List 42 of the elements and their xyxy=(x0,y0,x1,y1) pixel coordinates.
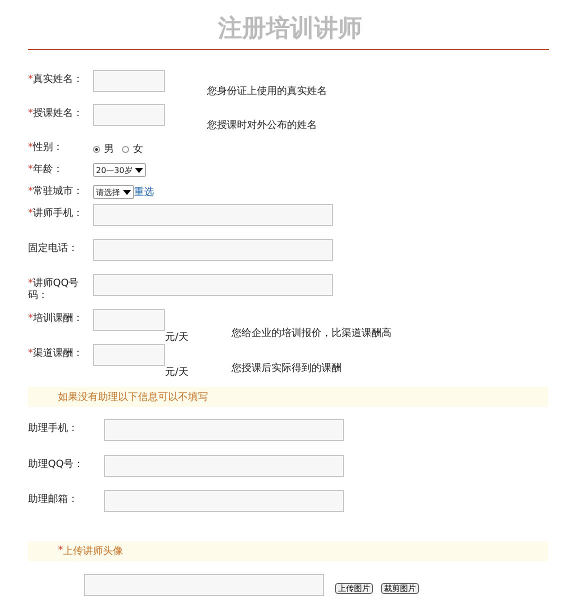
reselect-link[interactable]: 重选 xyxy=(134,185,154,199)
text-input[interactable] xyxy=(104,419,344,441)
price-input[interactable] xyxy=(93,344,165,366)
radio-option[interactable]: 女 xyxy=(122,142,143,156)
dropdown[interactable]: 20—30岁 xyxy=(93,163,146,177)
text-input[interactable] xyxy=(93,274,333,296)
field-label: *讲师QQ号码： xyxy=(28,276,80,302)
field-label: 助理邮箱： xyxy=(28,492,79,506)
field-hint: 您授课时对外公布的姓名 xyxy=(207,118,317,132)
field-label: *性别： xyxy=(28,140,64,154)
caret-icon xyxy=(135,168,144,172)
unit-label: 元/天 xyxy=(165,367,188,379)
page-title: 注册培训讲师 xyxy=(216,14,363,38)
unit-label: 元/天 xyxy=(165,332,188,344)
text-input[interactable] xyxy=(93,239,333,261)
caret-icon xyxy=(123,190,131,194)
field-label: 助理手机： xyxy=(28,422,79,435)
price-input[interactable] xyxy=(93,309,165,331)
notice-banner: 如果没有助理以下信息可以不填写 xyxy=(28,387,548,407)
dropdown[interactable]: 请选择 xyxy=(93,185,134,199)
text-input[interactable] xyxy=(104,490,344,512)
file-path-field[interactable] xyxy=(84,574,324,596)
upload-heading: *上传讲师头像 xyxy=(28,540,548,560)
field-label: *讲师手机： xyxy=(28,206,84,220)
text-input[interactable] xyxy=(104,454,344,476)
field-label: *常驻城市： xyxy=(28,184,84,198)
text-input[interactable] xyxy=(93,104,165,126)
image-button[interactable]: 上传图片 xyxy=(335,583,373,594)
field-label: *授课姓名： xyxy=(28,107,84,120)
text-input[interactable] xyxy=(93,204,333,226)
field-label: *年龄： xyxy=(28,162,64,176)
field-hint: 您给企业的培训报价，比渠道课酬高 xyxy=(231,328,392,341)
radio-option[interactable]: 男 xyxy=(93,142,114,156)
field-label: *培训课酬： xyxy=(28,312,84,325)
field-label: *真实姓名： xyxy=(28,72,84,86)
field-label: *渠道课酬： xyxy=(28,346,84,360)
field-hint: 您授课后实际得到的课酬 xyxy=(231,363,342,376)
field-label: 助理QQ号： xyxy=(28,458,85,470)
image-button[interactable]: 裁剪图片 xyxy=(381,583,419,594)
text-input[interactable] xyxy=(93,70,165,92)
field-label: 固定电话： xyxy=(28,242,79,255)
field-hint: 您身份证上使用的真实姓名 xyxy=(207,84,327,98)
